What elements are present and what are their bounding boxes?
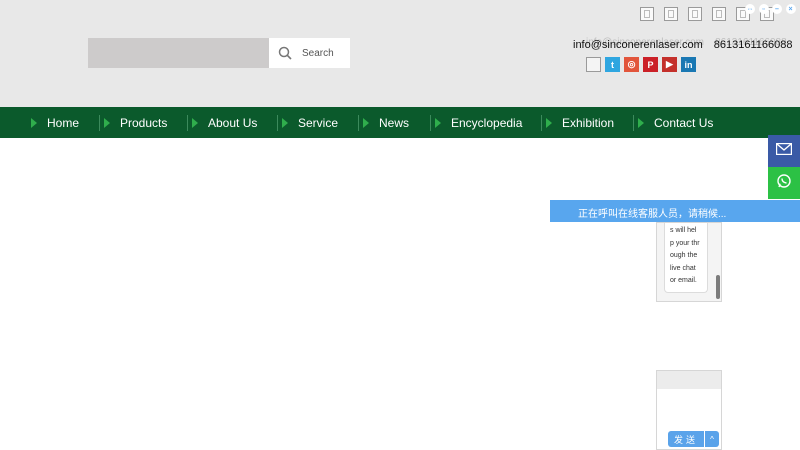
- nav-divider: [99, 115, 100, 131]
- twitter-icon[interactable]: t: [605, 57, 620, 72]
- nav-label: Home: [47, 115, 80, 130]
- pinterest-glyph: P: [647, 59, 654, 70]
- language-flag-icon[interactable]: [688, 7, 702, 21]
- nav-item-about-us[interactable]: About Us: [192, 107, 257, 138]
- nav-item-encyclopedia[interactable]: Encyclopedia: [435, 107, 522, 138]
- chat-message-line: live chat: [670, 264, 696, 272]
- language-flag-icon[interactable]: [712, 7, 726, 21]
- chat-message-panel: s will hel p your thr ough the live chat…: [656, 222, 722, 302]
- expand-icon[interactable]: ⇔: [745, 4, 755, 14]
- email-icon: [775, 142, 793, 160]
- send-options-button[interactable]: ^: [705, 431, 719, 447]
- nav-label: About Us: [208, 115, 258, 130]
- nav-label: Contact Us: [654, 115, 714, 130]
- chat-input-panel: 发送 ^: [656, 370, 722, 450]
- linkedin-glyph: in: [684, 59, 693, 70]
- search-button-label: Search: [302, 47, 334, 59]
- send-button[interactable]: 发送: [668, 431, 704, 447]
- nav-divider: [277, 115, 278, 131]
- nav-label: Products: [120, 115, 168, 130]
- search-icon: [278, 46, 292, 60]
- nav-item-news[interactable]: News: [363, 107, 409, 138]
- language-flag-icon[interactable]: [640, 7, 654, 21]
- nav-label: Exhibition: [562, 115, 615, 130]
- arrow-icon: [546, 117, 552, 128]
- nav-divider: [633, 115, 634, 131]
- pinterest-icon[interactable]: P: [643, 57, 658, 72]
- main-nav: Home Products About Us Service News Ency…: [0, 107, 800, 138]
- nav-item-home[interactable]: Home: [31, 107, 79, 138]
- chat-message-line: p your thr: [670, 239, 700, 247]
- instagram-icon[interactable]: ◎: [624, 57, 639, 72]
- arrow-icon: [31, 117, 37, 128]
- nav-label: News: [379, 115, 410, 130]
- nav-item-products[interactable]: Products: [104, 107, 167, 138]
- chat-message-line: ough the: [670, 252, 698, 260]
- nav-divider: [358, 115, 359, 131]
- contact-phone: 8613161166088: [713, 39, 793, 51]
- nav-label: Service: [298, 115, 339, 130]
- language-flag-icon[interactable]: [664, 7, 678, 21]
- search-button[interactable]: Search: [269, 38, 350, 68]
- youtube-glyph: ▶: [666, 59, 673, 69]
- doc-icon[interactable]: [586, 57, 601, 72]
- nav-label: Encyclopedia: [451, 115, 523, 130]
- chat-controls: ⇔ ▫ – ×: [745, 4, 799, 14]
- nav-divider: [430, 115, 431, 131]
- chat-message-line: s will hel: [670, 227, 697, 234]
- instagram-glyph: ◎: [627, 59, 636, 69]
- nav-divider: [541, 115, 542, 131]
- twitter-glyph: t: [611, 59, 614, 70]
- chat-scrollbar[interactable]: [716, 275, 720, 299]
- nav-item-service[interactable]: Service: [282, 107, 338, 138]
- chat-status-bar[interactable]: 正在呼叫在线客服人员，请稍候...: [550, 200, 800, 222]
- arrow-icon: [435, 117, 441, 128]
- site-header: Search info@sinconerenlaser.com 86131611…: [0, 0, 800, 107]
- nav-item-contact-us[interactable]: Contact Us: [638, 107, 713, 138]
- contact-email[interactable]: info@sinconerenlaser.com: [573, 39, 703, 51]
- nav-divider: [187, 115, 188, 131]
- arrow-icon: [192, 117, 198, 128]
- whatsapp-float-button[interactable]: [768, 167, 800, 199]
- arrow-icon: [282, 117, 288, 128]
- whatsapp-icon: [776, 173, 792, 194]
- restore-icon[interactable]: ▫: [758, 4, 769, 14]
- minimize-icon[interactable]: –: [772, 4, 782, 14]
- close-icon[interactable]: ×: [785, 4, 796, 14]
- youtube-icon[interactable]: ▶: [662, 57, 677, 72]
- chat-toolbar: [657, 371, 721, 389]
- search-input[interactable]: [88, 38, 269, 68]
- chat-message-line: or email.: [670, 277, 697, 285]
- arrow-icon: [638, 117, 644, 128]
- social-links: t ◎ P ▶ in: [586, 57, 700, 72]
- arrow-icon: [104, 117, 110, 128]
- chat-message-bubble: s will hel p your thr ough the live chat…: [664, 223, 708, 293]
- nav-item-exhibition[interactable]: Exhibition: [546, 107, 614, 138]
- chat-status-text: 正在呼叫在线客服人员，请稍候...: [578, 209, 727, 220]
- arrow-icon: [363, 117, 369, 128]
- email-float-button[interactable]: [768, 135, 800, 167]
- contact-info: info@sinconerenlaser.com 8613161166088: [573, 39, 800, 51]
- linkedin-icon[interactable]: in: [681, 57, 696, 72]
